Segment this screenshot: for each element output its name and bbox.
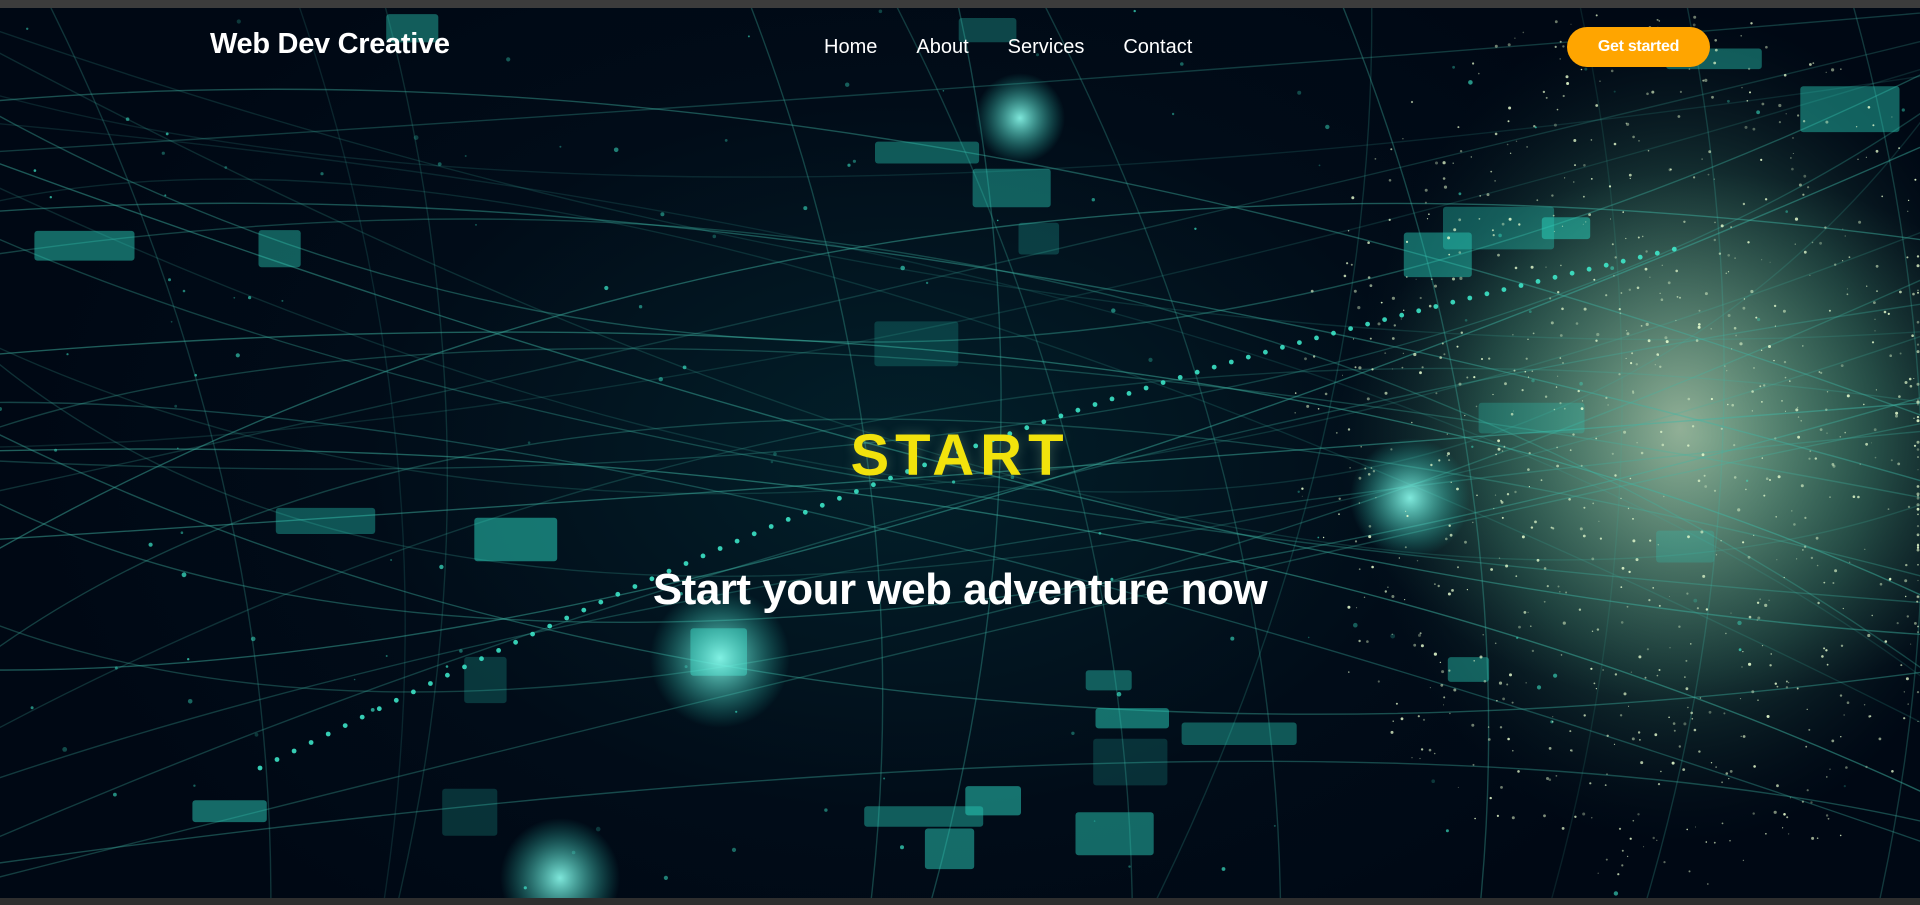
brand-logo[interactable]: Web Dev Creative bbox=[210, 28, 450, 61]
get-started-button[interactable]: Get started bbox=[1567, 27, 1710, 67]
nav-item-contact[interactable]: Contact bbox=[1123, 36, 1192, 59]
main-nav: Home About Services Contact bbox=[824, 36, 1231, 59]
hero-subtitle: Start your web adventure now bbox=[652, 565, 1268, 614]
hero-section: Web Dev Creative Home About Services Con… bbox=[0, 8, 1920, 898]
nav-item-services[interactable]: Services bbox=[1008, 36, 1085, 59]
top-edge bbox=[0, 0, 1920, 8]
nav-item-about[interactable]: About bbox=[916, 36, 968, 59]
browser-viewport: Web Dev Creative Home About Services Con… bbox=[0, 0, 1920, 905]
hero-title: START bbox=[850, 423, 1070, 488]
nav-item-home[interactable]: Home bbox=[824, 36, 877, 59]
bottom-edge bbox=[0, 898, 1920, 905]
